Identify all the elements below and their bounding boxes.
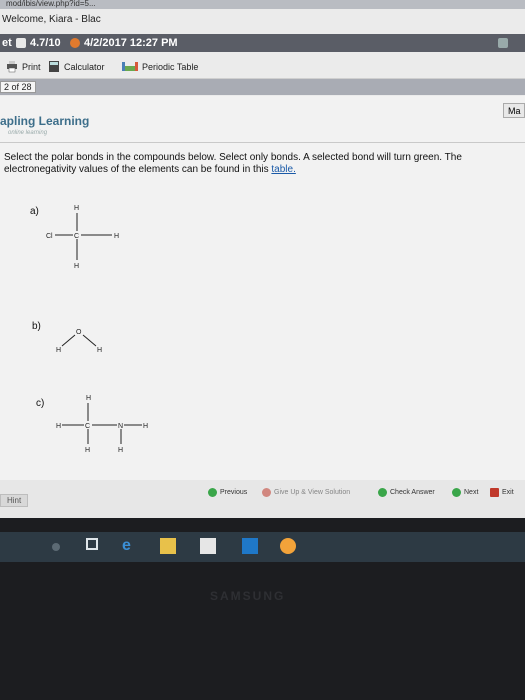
atom-b-right-h: H — [97, 347, 102, 354]
atom-c-c: C — [85, 423, 90, 430]
brand-tagline: online learning — [8, 130, 48, 136]
search-icon[interactable] — [52, 543, 60, 551]
check-answer-label: Check Answer — [390, 489, 435, 496]
part-c-label: c) — [36, 398, 45, 409]
atom-a-c: C — [74, 233, 79, 240]
check-answer-button[interactable]: Check Answer — [378, 488, 435, 497]
exit-icon — [490, 488, 499, 497]
page-indicator[interactable]: 2 of 28 — [0, 81, 36, 93]
question-panel: Ma apling Learning online learning Selec… — [0, 96, 525, 480]
divider — [0, 142, 525, 143]
edge-icon[interactable]: e — [122, 538, 138, 554]
date-bar: et 4.7/10 4/2/2017 12:27 PM — [0, 34, 525, 52]
next-arrow-icon — [452, 488, 461, 497]
url-bar[interactable]: mod/ibis/view.php?id=5... — [0, 0, 525, 9]
welcome-text: Welcome, Kiara - Blac — [2, 14, 101, 25]
atom-c-bottom1-h: H — [85, 447, 90, 454]
atom-c-bottom2-h: H — [118, 447, 123, 454]
brand-logo: apling Learning — [0, 114, 90, 128]
atom-c-top-h: H — [86, 395, 91, 402]
periodic-table-button[interactable]: Periodic Table — [122, 61, 198, 72]
part-b-label: b) — [32, 321, 41, 332]
store-icon[interactable] — [200, 538, 216, 554]
check-icon — [378, 488, 387, 497]
app-icon[interactable] — [280, 538, 296, 554]
atom-b-o: O — [76, 329, 82, 336]
exit-button[interactable]: Exit — [490, 488, 514, 497]
give-up-label: Give Up & View Solution — [274, 489, 351, 496]
previous-button[interactable]: Previous — [208, 488, 247, 497]
atom-a-right-h: H — [114, 233, 119, 240]
atom-c-n: N — [118, 423, 123, 430]
print-button[interactable]: Print — [6, 61, 41, 73]
molecule-c: H H C N H H H — [56, 395, 148, 454]
previous-arrow-icon — [208, 488, 217, 497]
clock-icon — [70, 38, 80, 48]
molecule-a: H Cl C H H — [46, 205, 119, 270]
previous-label: Previous — [220, 489, 248, 496]
calculator-icon — [49, 61, 59, 72]
taskbar: e — [0, 532, 525, 562]
part-a-label: a) — [30, 206, 39, 217]
page-bar: 2 of 28 — [0, 79, 525, 95]
atom-b-left-h: H — [56, 347, 61, 354]
calculator-button[interactable]: Calculator — [48, 61, 105, 72]
periodic-table-icon — [122, 62, 138, 71]
url-text: mod/ibis/view.php?id=5... — [6, 0, 96, 8]
settings-icon[interactable] — [498, 38, 508, 48]
next-button[interactable]: Next — [452, 488, 478, 497]
outlook-icon[interactable] — [242, 538, 258, 554]
ma-button[interactable]: Ma — [503, 103, 525, 118]
calendar-icon — [16, 38, 26, 48]
give-up-icon — [262, 488, 271, 497]
atom-a-top-h: H — [74, 205, 79, 212]
periodic-table-label: Periodic Table — [142, 61, 199, 72]
electronegativity-table-link[interactable]: table. — [271, 164, 295, 175]
print-label: Print — [22, 61, 41, 72]
due-date: 4/2/2017 12:27 PM — [84, 37, 178, 49]
atom-a-cl: Cl — [46, 233, 53, 240]
printer-icon — [7, 61, 17, 73]
browser-screen: mod/ibis/view.php?id=5... Welcome, Kiara… — [0, 0, 525, 518]
bond-b-o-h-right[interactable] — [82, 334, 97, 347]
give-up-button[interactable]: Give Up & View Solution — [262, 488, 350, 497]
hint-button[interactable]: Hint — [0, 494, 29, 507]
atom-c-left-h: H — [56, 423, 61, 430]
bottom-bar: Hint Previous Give Up & View Solution Ch… — [0, 480, 525, 518]
device-brand: SAMSUNG — [210, 589, 286, 603]
next-label: Next — [464, 489, 479, 496]
atom-c-right-h: H — [143, 423, 148, 430]
molecule-b: O H H — [56, 329, 102, 354]
date-prefix: et — [2, 37, 12, 49]
atom-a-bottom-h: H — [74, 263, 79, 270]
start-date: 4.7/10 — [30, 37, 61, 49]
toolbar: Print Calculator Periodic Table — [0, 56, 525, 79]
exit-label: Exit — [502, 489, 514, 496]
question-body: Select the polar bonds in the compounds … — [4, 152, 462, 175]
folder-icon[interactable] — [160, 538, 176, 554]
calculator-label: Calculator — [64, 61, 105, 72]
task-view-icon[interactable] — [86, 538, 98, 550]
bond-b-o-h-left[interactable] — [61, 334, 76, 347]
question-text: Select the polar bonds in the compounds … — [4, 152, 504, 176]
